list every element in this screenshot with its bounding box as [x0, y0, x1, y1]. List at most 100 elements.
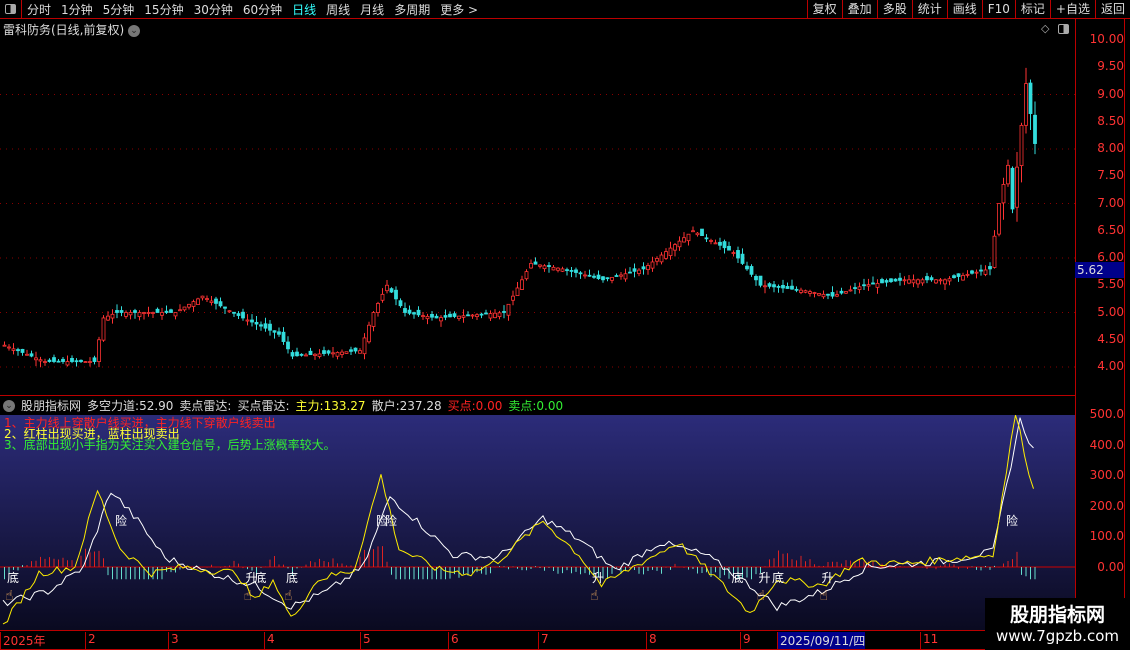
signal-label: 底	[732, 570, 744, 585]
candle	[925, 272, 929, 284]
candle	[20, 348, 25, 356]
candle	[956, 273, 961, 282]
candle	[700, 228, 704, 236]
candle	[745, 261, 749, 271]
indicator-field: 多空力道:52.90	[87, 397, 173, 414]
date-label: 2	[85, 632, 96, 649]
candle	[875, 279, 880, 294]
candle	[295, 347, 299, 357]
candle	[529, 259, 533, 269]
candle	[916, 278, 920, 288]
candle	[650, 256, 655, 272]
candle	[767, 282, 772, 289]
candle	[308, 347, 313, 356]
candle	[349, 346, 353, 355]
indicator-axis-label: 200.0	[1089, 498, 1124, 513]
candle	[493, 309, 497, 319]
candle	[290, 350, 295, 360]
candle	[637, 268, 641, 277]
candle	[920, 277, 925, 286]
candle	[407, 305, 412, 316]
axis-line-right	[1124, 19, 1125, 631]
candle	[632, 263, 637, 278]
candle	[146, 306, 151, 317]
chevron-down-icon[interactable]: ⌄	[3, 399, 15, 412]
candle	[862, 278, 866, 290]
candle	[110, 309, 115, 324]
candle	[704, 234, 709, 243]
zhuli-line	[2, 415, 1034, 625]
candle	[92, 355, 97, 365]
candle	[772, 281, 776, 293]
candle	[151, 311, 155, 318]
candle	[124, 310, 128, 319]
toolbar-button[interactable]: 返回	[1094, 0, 1130, 19]
candle	[727, 241, 731, 251]
current-price-label: 5.62	[1075, 262, 1124, 278]
candle	[1028, 79, 1033, 131]
date-label: 2025年	[0, 632, 46, 649]
candle	[106, 311, 110, 321]
indicator-axis-label: 500.0	[1089, 407, 1124, 421]
candle	[439, 315, 443, 327]
candle	[119, 306, 124, 317]
signal-label: 升	[822, 571, 834, 585]
candle	[385, 280, 389, 294]
signal-label: 险	[1006, 513, 1018, 528]
indicator-field: 卖点:0.00	[508, 397, 563, 414]
candle	[155, 307, 160, 313]
candle	[214, 296, 218, 310]
candle	[466, 311, 470, 317]
candle	[371, 310, 376, 332]
candle	[871, 276, 875, 285]
candle	[344, 351, 349, 354]
candle	[421, 311, 425, 320]
candle	[1001, 177, 1006, 220]
candle	[74, 358, 79, 367]
candle	[682, 232, 686, 243]
candle	[911, 274, 916, 288]
candle	[376, 301, 380, 317]
signal-label: 升	[759, 571, 771, 585]
signal-label: 险	[385, 513, 397, 528]
candle	[52, 354, 56, 364]
indicator-name[interactable]: 股朋指标网	[21, 397, 81, 414]
finger-icon: ☝	[820, 588, 829, 604]
candle	[502, 305, 506, 319]
candle	[254, 316, 259, 330]
candle	[668, 241, 673, 260]
candle	[619, 272, 623, 280]
watermark-name: 股朋指标网	[1009, 604, 1105, 626]
signal-label: 底	[772, 570, 784, 585]
field-label: 买点雷达:	[237, 399, 290, 413]
candle	[353, 347, 358, 354]
candle	[178, 304, 182, 312]
indicator-field: 散户:237.28	[372, 397, 442, 414]
candle	[880, 277, 884, 284]
candle	[322, 346, 326, 357]
candle	[592, 273, 596, 279]
indicator-header: ⌄ 股朋指标网 多空力道:52.90 卖点雷达: 买点雷达: 主力:133.27 散户:…	[0, 395, 1075, 415]
candle	[335, 351, 340, 360]
candle	[641, 262, 646, 275]
candle	[677, 236, 682, 251]
candle	[1033, 101, 1037, 155]
date-label: 9	[740, 632, 751, 649]
candle	[866, 278, 871, 291]
candle	[974, 269, 979, 279]
candle	[317, 349, 322, 359]
candle	[547, 262, 551, 273]
price-axis-label: 5.50	[1097, 277, 1124, 292]
candle	[596, 270, 601, 280]
candle	[884, 278, 889, 287]
candle	[605, 277, 610, 282]
candle	[754, 274, 758, 286]
candle	[749, 264, 754, 277]
candle	[785, 282, 790, 289]
candle	[43, 358, 47, 366]
candle	[997, 203, 1001, 237]
candle	[259, 321, 263, 331]
candle	[943, 278, 947, 291]
candle	[304, 352, 308, 357]
candle	[506, 303, 511, 321]
